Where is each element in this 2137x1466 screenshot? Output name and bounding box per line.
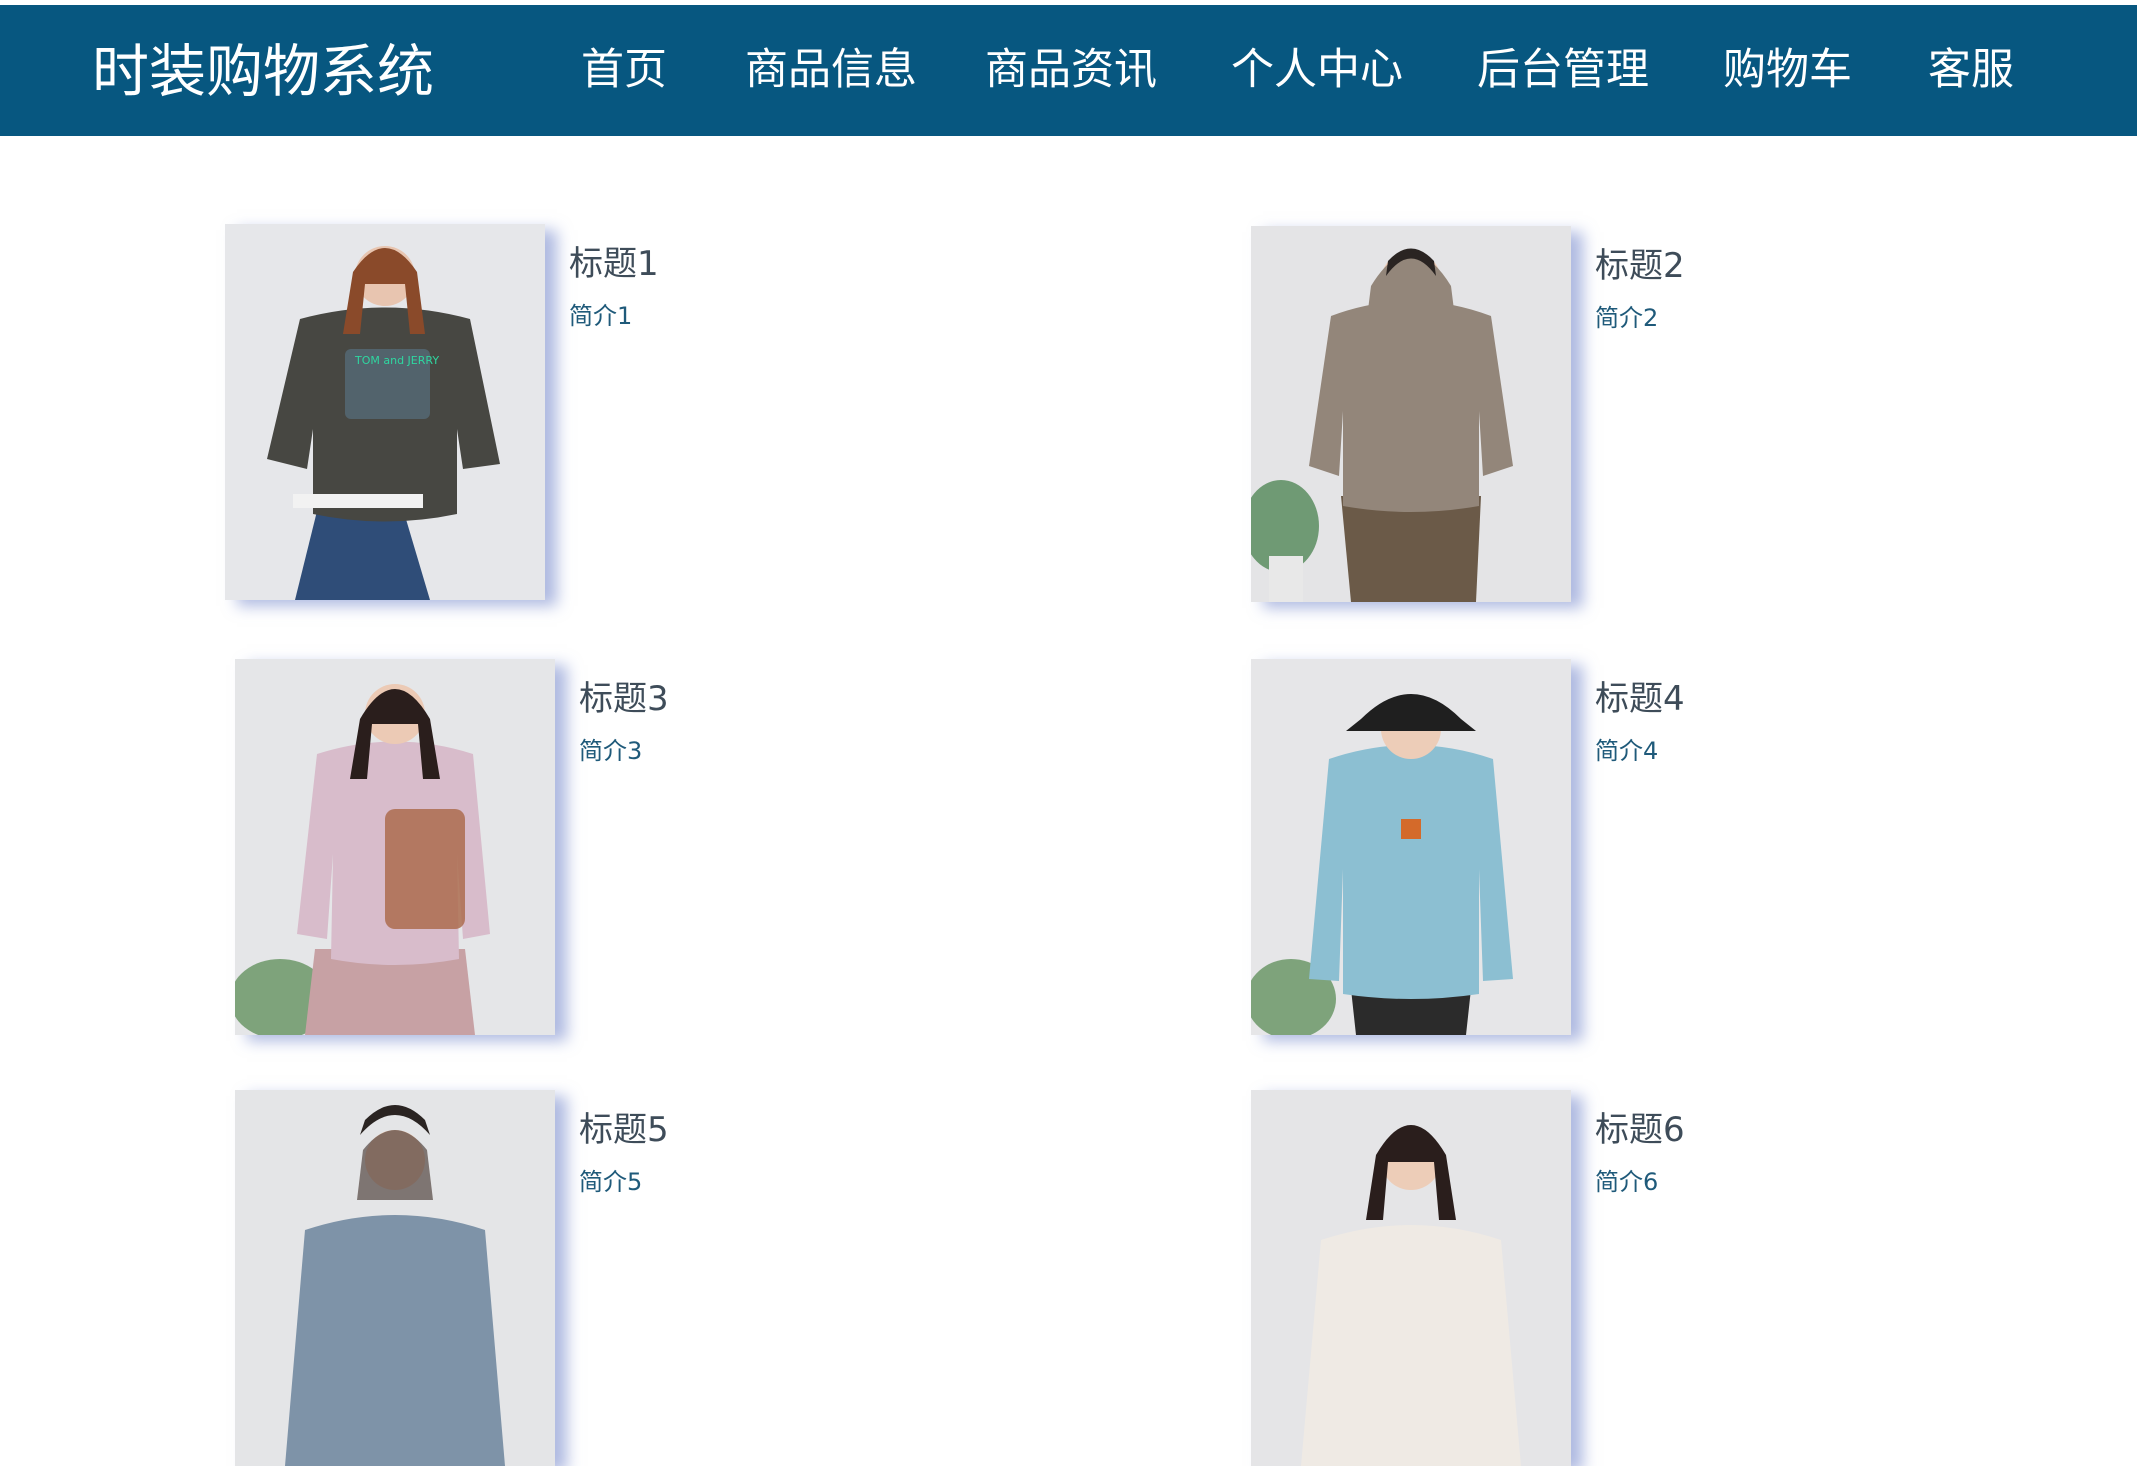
print-text: TOM and JERRY	[354, 354, 439, 367]
fashion-photo	[1251, 226, 1571, 602]
top-nav-bar: 时装购物系统 首页 商品信息 商品资讯 个人中心 后台管理 购物车 客服	[0, 5, 2137, 141]
news-intro: 简介2	[1595, 304, 1659, 332]
fashion-photo	[1251, 1090, 1571, 1466]
nav-item-admin[interactable]: 后台管理	[1477, 5, 1649, 136]
news-title[interactable]: 标题6	[1595, 1102, 1685, 1151]
news-image[interactable]	[235, 659, 555, 1035]
news-intro: 简介1	[569, 302, 633, 330]
nav-item-home[interactable]: 首页	[581, 5, 667, 136]
site-title: 时装购物系统	[92, 39, 434, 105]
nav-item-personal-center[interactable]: 个人中心	[1231, 5, 1403, 136]
fashion-photo	[235, 659, 555, 1035]
news-title[interactable]: 标题5	[579, 1102, 669, 1151]
nav-item-cart[interactable]: 购物车	[1723, 5, 1852, 136]
news-image[interactable]	[1251, 226, 1571, 602]
news-image[interactable]: TOM and JERRY	[225, 224, 545, 600]
fashion-photo	[1251, 659, 1571, 1035]
news-image[interactable]	[235, 1090, 555, 1466]
news-title[interactable]: 标题3	[579, 671, 669, 720]
active-nav-indicator	[968, 137, 1168, 141]
nav-item-product-info[interactable]: 商品信息	[745, 5, 917, 136]
fashion-photo	[235, 1090, 555, 1466]
news-intro: 简介6	[1595, 1168, 1659, 1196]
nav-item-product-news[interactable]: 商品资讯	[985, 5, 1157, 136]
news-intro: 简介4	[1595, 737, 1659, 765]
news-title[interactable]: 标题4	[1595, 671, 1685, 720]
fashion-photo: TOM and JERRY	[225, 224, 545, 600]
news-intro: 简介5	[579, 1168, 643, 1196]
news-image[interactable]	[1251, 659, 1571, 1035]
nav-item-customer-service[interactable]: 客服	[1928, 5, 2014, 136]
news-intro: 简介3	[579, 737, 643, 765]
news-title[interactable]: 标题1	[569, 236, 659, 285]
news-title[interactable]: 标题2	[1595, 238, 1685, 287]
news-image[interactable]	[1251, 1090, 1571, 1466]
